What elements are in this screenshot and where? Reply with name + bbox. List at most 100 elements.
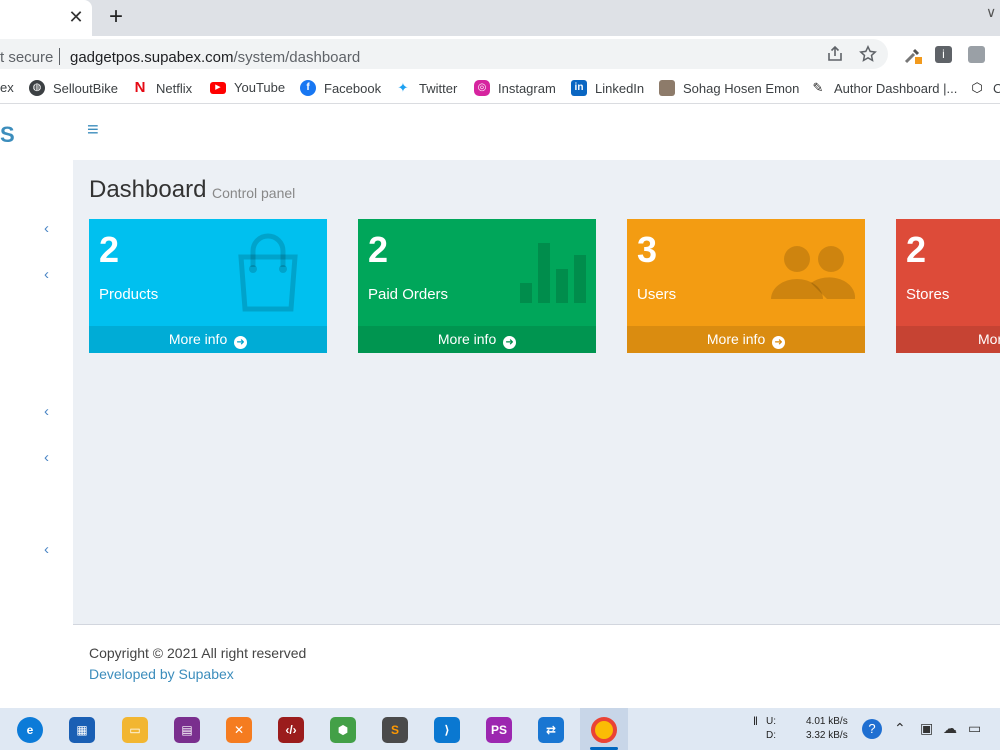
more-info-link[interactable]: More info ➜ xyxy=(358,326,596,353)
nodejs-icon[interactable]: ⬢ xyxy=(330,717,356,743)
page-subtitle: Control panel xyxy=(212,185,296,201)
microsoft-store-icon[interactable]: ▦ xyxy=(69,717,95,743)
winrar-icon[interactable]: ▤ xyxy=(174,717,200,743)
bookmark-label: Instagram xyxy=(498,80,556,96)
bookmark-label: Netflix xyxy=(156,80,193,96)
close-tab-icon[interactable]: ✕ xyxy=(66,7,86,27)
stat-value: 2 xyxy=(99,229,120,270)
share-icon[interactable] xyxy=(825,45,845,65)
stat-value: 3 xyxy=(637,229,658,270)
bookmark-instagram[interactable]: ◎ Instagram xyxy=(474,80,556,96)
bookmark-author-dashboard[interactable]: ✎ Author Dashboard |... xyxy=(810,80,957,96)
xampp-icon[interactable]: ✕ xyxy=(226,717,252,743)
share-icon-glyph xyxy=(828,45,842,61)
bookmark-ex[interactable]: ex xyxy=(0,80,14,95)
more-info-label: More info xyxy=(168,331,228,347)
windows-taskbar: e ▦ ▭ ▤ ✕ ‹/› ⬢ S ⟩ PS ⇄ ‖ U: D: 4.01 kB… xyxy=(0,708,1000,750)
address-bar[interactable]: t secure gadgetpos.supabex.com/system/da… xyxy=(0,39,888,69)
info-extension-icon[interactable]: i xyxy=(935,46,952,63)
tab-search-icon[interactable]: ∨ xyxy=(986,4,996,21)
profile-avatar[interactable] xyxy=(968,46,985,63)
stat-box-paid-orders: 2 Paid Orders More info ➜ xyxy=(358,219,596,353)
stat-box-stores: 2 Stores More info xyxy=(896,219,1000,353)
sidebar: S ‹ ‹ ‹ ‹ ‹ xyxy=(0,105,73,708)
stat-box-users: 3 Users More info ➜ xyxy=(627,219,865,353)
app-content: S ‹ ‹ ‹ ‹ ‹ ≡ Dashboard Control panel 2 … xyxy=(0,105,1000,708)
bookmark-c[interactable]: ⬡ C xyxy=(969,80,1000,96)
sidebar-expand-chevron-icon[interactable]: ‹ xyxy=(44,541,49,558)
eyedropper-glyph xyxy=(904,48,922,64)
security-indicator[interactable]: t secure xyxy=(0,49,53,66)
author-dashboard-icon: ✎ xyxy=(810,80,826,96)
bookmark-facebook[interactable]: f Facebook xyxy=(300,80,381,96)
edge-icon[interactable]: e xyxy=(17,717,43,743)
more-info-link[interactable]: More info xyxy=(896,326,1000,353)
stat-label: Paid Orders xyxy=(368,286,449,303)
sidebar-expand-chevron-icon[interactable]: ‹ xyxy=(44,449,49,466)
twitter-icon: ✦ xyxy=(395,80,411,96)
code-editor-icon[interactable]: ‹/› xyxy=(278,717,304,743)
url-text[interactable]: gadgetpos.supabex.com/system/dashboard xyxy=(70,49,360,66)
bookmark-youtube[interactable]: ▶ YouTube xyxy=(210,80,285,95)
bookmark-star-icon[interactable] xyxy=(858,45,878,65)
bookmark-linkedin[interactable]: in LinkedIn xyxy=(571,80,644,96)
more-info-link[interactable]: More info ➜ xyxy=(89,326,327,353)
bookmark-label: Author Dashboard |... xyxy=(834,80,958,96)
bookmark-label: ex xyxy=(0,80,14,95)
vscode-icon[interactable]: ⟩ xyxy=(434,717,460,743)
instagram-icon: ◎ xyxy=(474,80,490,96)
more-info-label: More info xyxy=(437,331,497,347)
stat-label: Stores xyxy=(906,286,950,303)
remote-desktop-icon[interactable]: ⇄ xyxy=(538,717,564,743)
chevron-up-icon[interactable]: ⌃ xyxy=(894,720,906,737)
app-logo[interactable]: S xyxy=(0,122,15,148)
sidebar-expand-chevron-icon[interactable]: ‹ xyxy=(44,266,49,283)
sidebar-toggle-icon[interactable]: ≡ xyxy=(87,119,99,142)
facebook-icon: f xyxy=(300,80,316,96)
active-tab[interactable]: ✕ xyxy=(0,0,92,36)
sidebar-expand-chevron-icon[interactable]: ‹ xyxy=(44,220,49,237)
sublime-text-icon[interactable]: S xyxy=(382,717,408,743)
bookmark-label: SelloutBike xyxy=(53,80,119,96)
battery-icon[interactable]: ▭ xyxy=(968,720,981,737)
sidebar-expand-chevron-icon[interactable]: ‹ xyxy=(44,403,49,420)
new-tab-button[interactable]: + xyxy=(104,5,128,29)
bookmark-selloutbike[interactable]: ◍ SelloutBike xyxy=(29,80,118,96)
bookmark-netflix[interactable]: N Netflix xyxy=(132,80,192,96)
help-tray-icon[interactable]: ? xyxy=(862,719,882,739)
bookmark-label: Facebook xyxy=(324,80,382,96)
url-path: /system/dashboard xyxy=(233,49,361,66)
chrome-icon[interactable] xyxy=(591,717,617,743)
arrow-circle-right-icon: ➜ xyxy=(503,336,517,349)
app-topbar: ≡ xyxy=(73,105,1000,160)
arrow-circle-right-icon: ➜ xyxy=(772,336,786,349)
developer-link[interactable]: Developed by Supabex xyxy=(89,666,234,682)
net-up-label: U: xyxy=(766,716,776,727)
net-down-label: D: xyxy=(766,730,776,741)
arrow-circle-right-icon: ➜ xyxy=(234,336,248,349)
address-separator xyxy=(59,48,60,65)
bar-chart-icon xyxy=(520,243,586,303)
bookmark-sohag-hosen-emon[interactable]: Sohag Hosen Emon xyxy=(659,80,799,96)
globe-icon: ◍ xyxy=(29,80,45,96)
stat-label: Users xyxy=(637,286,677,303)
meet-now-icon[interactable]: ▣ xyxy=(920,720,933,737)
bookmark-label: Sohag Hosen Emon xyxy=(683,80,800,96)
codepen-icon: ⬡ xyxy=(969,80,985,96)
bookmark-label: LinkedIn xyxy=(595,80,645,96)
more-info-link[interactable]: More info ➜ xyxy=(627,326,865,353)
phpstorm-icon[interactable]: PS xyxy=(486,717,512,743)
shopping-bag-icon xyxy=(238,233,298,312)
eyedropper-extension-icon[interactable] xyxy=(903,45,923,65)
tray-separator: ‖ xyxy=(753,714,758,728)
stat-box-products: 2 Products More info ➜ xyxy=(89,219,327,353)
copyright-text: Copyright © 2021 All right reserved xyxy=(89,645,307,661)
users-icon xyxy=(771,246,856,299)
more-info-label: More info xyxy=(706,331,766,347)
profile-photo-icon xyxy=(659,80,675,96)
bookmark-label: YouTube xyxy=(234,80,286,95)
stat-label: Products xyxy=(99,286,159,303)
onedrive-icon[interactable]: ☁ xyxy=(943,720,957,737)
file-explorer-icon[interactable]: ▭ xyxy=(122,717,148,743)
bookmark-twitter[interactable]: ✦ Twitter xyxy=(395,80,457,96)
